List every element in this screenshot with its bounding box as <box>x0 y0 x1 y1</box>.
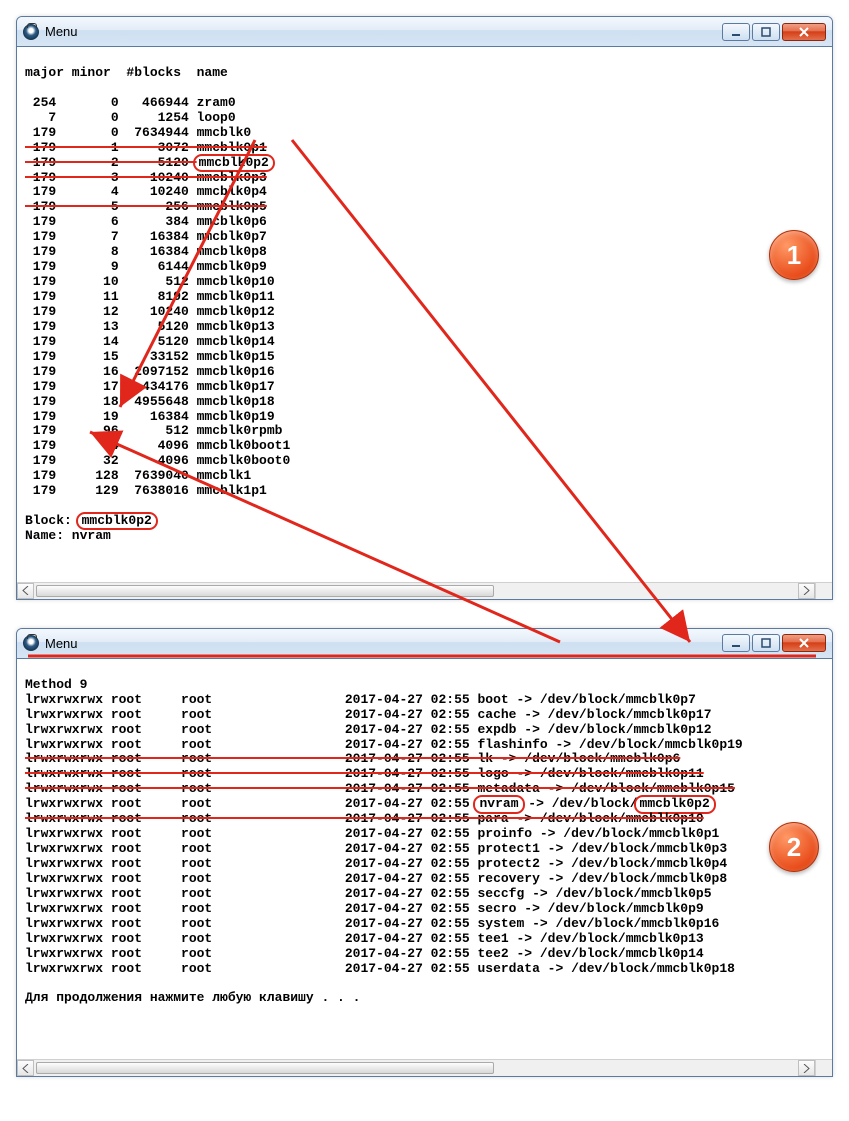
window-bottom: Menu Method 9 lrwxrwxrwx root root 2017-… <box>16 628 833 1077</box>
window-title: Menu <box>45 636 722 651</box>
table-row: 179 128 7639040 mmcblk1 <box>25 468 251 483</box>
scroll-right-icon[interactable] <box>798 1060 815 1076</box>
scroll-left-icon[interactable] <box>17 1060 34 1076</box>
table-row: 179 16 2097152 mmcblk0p16 <box>25 364 275 379</box>
continue-prompt: Для продолжения нажмите любую клавишу . … <box>25 990 360 1005</box>
maximize-button[interactable] <box>752 634 780 652</box>
scroll-track[interactable] <box>34 1060 798 1076</box>
table-row: 179 17 434176 mmcblk0p17 <box>25 379 275 394</box>
table-row: 179 12 10240 mmcblk0p12 <box>25 304 275 319</box>
badge-one: 1 <box>769 230 819 280</box>
table-row: 179 15 33152 mmcblk0p15 <box>25 349 275 364</box>
scroll-right-icon[interactable] <box>798 583 815 599</box>
table-row: 179 2 5120 mmcblk0p2 <box>25 155 271 170</box>
table-row: 179 10 512 mmcblk0p10 <box>25 274 275 289</box>
table-row: 179 5 256 mmcblk0p5 <box>25 199 267 214</box>
table-row: 179 14 5120 mmcblk0p14 <box>25 334 275 349</box>
name-line: Name: nvram <box>25 528 111 543</box>
list-item: lrwxrwxrwx root root 2017-04-27 02:55 pr… <box>25 826 719 841</box>
scroll-thumb[interactable] <box>36 585 494 597</box>
table-header: major minor #blocks name <box>25 65 228 80</box>
app-icon <box>23 24 39 40</box>
window-top: Menu major minor #blocks name 254 0 4669… <box>16 16 833 600</box>
list-item: lrwxrwxrwx root root 2017-04-27 02:55 me… <box>25 781 735 796</box>
table-row: 179 6 384 mmcblk0p6 <box>25 214 267 229</box>
table-row: 179 8 16384 mmcblk0p8 <box>25 244 267 259</box>
table-row: 179 11 8192 mmcblk0p11 <box>25 289 275 304</box>
table-row: 179 96 512 mmcblk0rpmb <box>25 423 282 438</box>
table-row: 179 18 4955648 mmcblk0p18 <box>25 394 275 409</box>
list-item: lrwxrwxrwx root root 2017-04-27 02:55 ex… <box>25 722 712 737</box>
table-row: 179 64 4096 mmcblk0boot1 <box>25 438 290 453</box>
table-row: 179 129 7638016 mmcblk1p1 <box>25 483 267 498</box>
hscrollbar-bottom[interactable] <box>17 1059 832 1076</box>
method-line: Method 9 <box>25 677 87 692</box>
list-item: lrwxrwxrwx root root 2017-04-27 02:55 se… <box>25 901 704 916</box>
list-item: lrwxrwxrwx root root 2017-04-27 02:55 pr… <box>25 841 727 856</box>
list-item: lrwxrwxrwx root root 2017-04-27 02:55 pr… <box>25 856 727 871</box>
table-row: 179 1 3072 mmcblk0p1 <box>25 140 267 155</box>
list-item: lrwxrwxrwx root root 2017-04-27 02:55 ca… <box>25 707 712 722</box>
list-item: lrwxrwxrwx root root 2017-04-27 02:55 re… <box>25 871 727 886</box>
list-item: lrwxrwxrwx root root 2017-04-27 02:55 se… <box>25 886 712 901</box>
scroll-thumb[interactable] <box>36 1062 494 1074</box>
badge-two: 2 <box>769 822 819 872</box>
list-item: lrwxrwxrwx root root 2017-04-27 02:55 us… <box>25 961 735 976</box>
list-item: lrwxrwxrwx root root 2017-04-27 02:55 nv… <box>25 796 712 811</box>
scroll-corner <box>815 583 832 599</box>
table-row: 179 13 5120 mmcblk0p13 <box>25 319 275 334</box>
table-row: 179 32 4096 mmcblk0boot0 <box>25 453 290 468</box>
list-item: lrwxrwxrwx root root 2017-04-27 02:55 bo… <box>25 692 696 707</box>
close-button[interactable] <box>782 23 826 41</box>
list-item: lrwxrwxrwx root root 2017-04-27 02:55 fl… <box>25 737 743 752</box>
table-row: 179 9 6144 mmcblk0p9 <box>25 259 267 274</box>
scroll-track[interactable] <box>34 583 798 599</box>
list-item: lrwxrwxrwx root root 2017-04-27 02:55 sy… <box>25 916 719 931</box>
terminal-content-top: major minor #blocks name 254 0 466944 zr… <box>17 47 832 582</box>
window-title: Menu <box>45 24 722 39</box>
list-item: lrwxrwxrwx root root 2017-04-27 02:55 lk… <box>25 751 680 766</box>
minimize-button[interactable] <box>722 634 750 652</box>
table-row: 179 0 7634944 mmcblk0 <box>25 125 251 140</box>
list-item: lrwxrwxrwx root root 2017-04-27 02:55 lo… <box>25 766 704 781</box>
block-line: Block: mmcblk0p2 <box>25 513 154 528</box>
table-row: 7 0 1254 loop0 <box>25 110 236 125</box>
table-row: 179 3 10240 mmcblk0p3 <box>25 170 267 185</box>
minimize-button[interactable] <box>722 23 750 41</box>
titlebar-bottom[interactable]: Menu <box>17 629 832 659</box>
table-row: 179 4 10240 mmcblk0p4 <box>25 184 267 199</box>
scroll-left-icon[interactable] <box>17 583 34 599</box>
table-row: 254 0 466944 zram0 <box>25 95 236 110</box>
list-item: lrwxrwxrwx root root 2017-04-27 02:55 pa… <box>25 811 704 826</box>
table-row: 179 19 16384 mmcblk0p19 <box>25 409 275 424</box>
close-button[interactable] <box>782 634 826 652</box>
scroll-corner <box>815 1060 832 1076</box>
list-item: lrwxrwxrwx root root 2017-04-27 02:55 te… <box>25 946 704 961</box>
table-row: 179 7 16384 mmcblk0p7 <box>25 229 267 244</box>
terminal-content-bottom: Method 9 lrwxrwxrwx root root 2017-04-27… <box>17 659 832 1059</box>
titlebar-top[interactable]: Menu <box>17 17 832 47</box>
list-item: lrwxrwxrwx root root 2017-04-27 02:55 te… <box>25 931 704 946</box>
app-icon <box>23 635 39 651</box>
hscrollbar-top[interactable] <box>17 582 832 599</box>
maximize-button[interactable] <box>752 23 780 41</box>
